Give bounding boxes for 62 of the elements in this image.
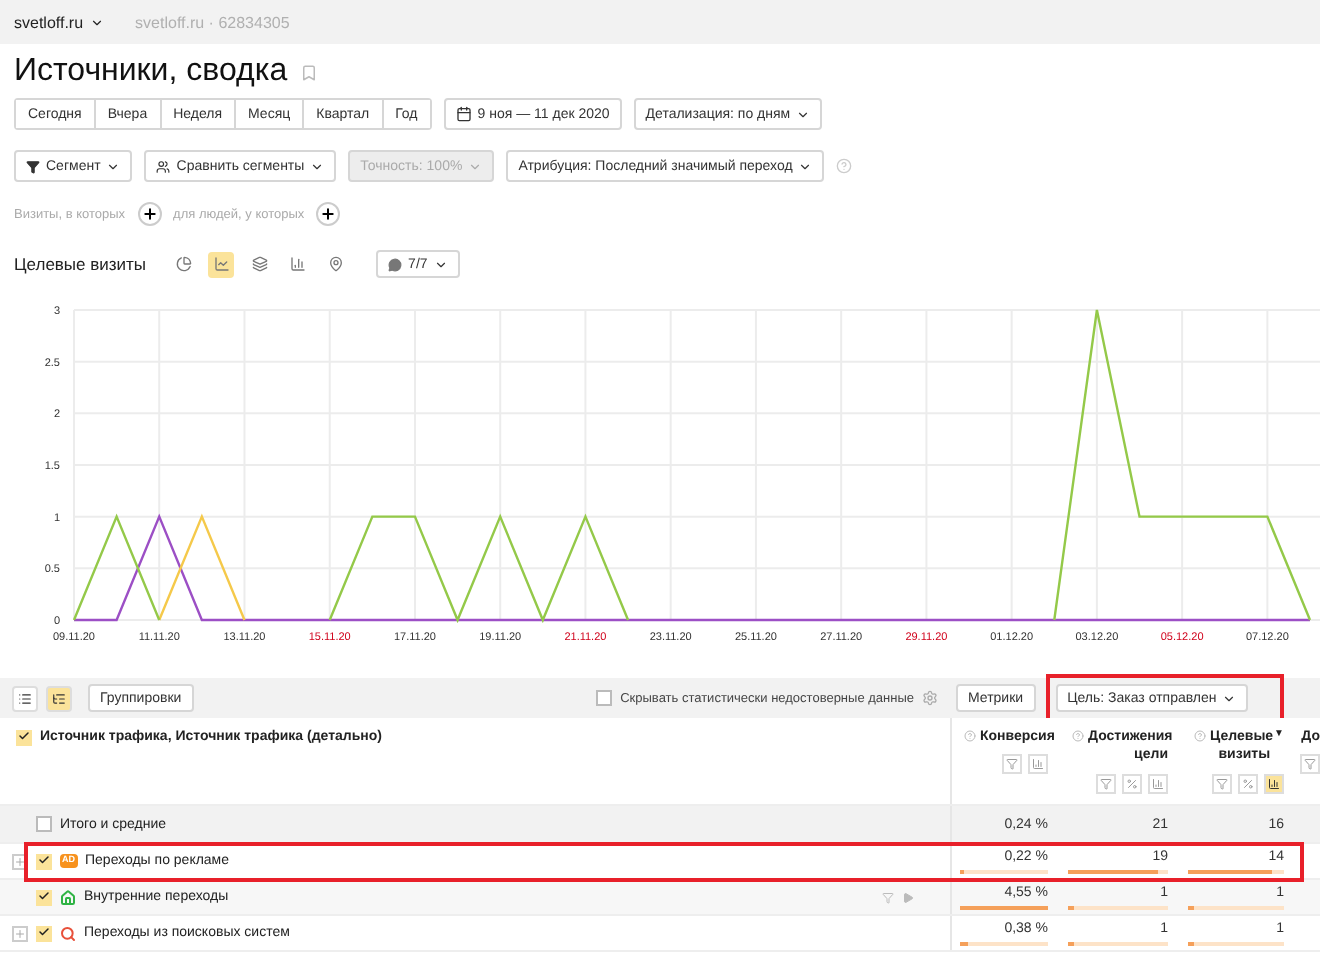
layers-icon (251, 256, 268, 272)
checkbox[interactable] (36, 925, 52, 941)
checkbox[interactable] (596, 690, 613, 706)
page-title: Источники, сводка (14, 54, 288, 90)
filter-icon (1304, 758, 1316, 771)
speech-bubble-icon (388, 257, 403, 271)
chevron-icon (1222, 691, 1237, 705)
view-toggle[interactable] (12, 685, 38, 711)
house-icon (60, 889, 76, 905)
play-icon[interactable] (902, 891, 914, 903)
column-tool-button[interactable] (1264, 773, 1284, 794)
check-icon (38, 851, 50, 867)
chevron-icon (796, 107, 811, 121)
line-chart-icon (213, 256, 230, 272)
checkbox[interactable] (36, 816, 52, 832)
counter-label: svetloff.ru · 62834305 (135, 13, 290, 31)
info-icon[interactable] (1072, 730, 1084, 742)
add-condition-button[interactable] (316, 202, 341, 226)
help-icon[interactable] (836, 158, 853, 174)
filter-icon (1100, 777, 1112, 790)
plus-icon (320, 206, 337, 222)
check-icon (38, 887, 50, 903)
users-icon (156, 159, 171, 173)
chevron-icon (310, 159, 325, 173)
check-icon (38, 923, 50, 939)
search-icon (60, 925, 76, 941)
view-toggle[interactable] (46, 685, 72, 711)
filter-icon (1006, 758, 1018, 771)
chevron-icon (798, 159, 813, 173)
settings-icon[interactable] (922, 690, 938, 706)
site-selector[interactable]: svetloff.ru (14, 13, 104, 31)
add-condition-button[interactable] (137, 202, 162, 226)
filter-icon (1216, 777, 1228, 790)
chart-type-button[interactable] (208, 251, 235, 277)
filter-icon[interactable] (882, 891, 894, 903)
checkbox[interactable] (16, 730, 32, 746)
bar-chart-icon (1032, 758, 1044, 771)
chevron-icon (433, 257, 448, 271)
check-icon (18, 728, 30, 744)
plus-icon (141, 206, 158, 222)
percent-icon (1242, 777, 1254, 790)
bar-chart-icon (1268, 777, 1280, 790)
pie-chart-icon (175, 256, 192, 272)
chevron-icon (89, 15, 104, 29)
bar-chart-icon (1152, 777, 1164, 790)
plus-icon (14, 927, 26, 939)
checkbox[interactable] (36, 889, 52, 905)
map-pin-icon (327, 256, 344, 272)
filter-icon (26, 159, 40, 173)
plus-icon (14, 855, 26, 867)
checkbox[interactable] (36, 853, 52, 869)
chevron-icon (106, 159, 121, 173)
list-icon (18, 691, 32, 705)
tree-list-icon (52, 691, 66, 705)
info-icon[interactable] (964, 730, 976, 742)
chart-title: Целевые визиты (14, 254, 147, 274)
chevron-icon (468, 159, 483, 173)
bookmark-icon[interactable] (299, 63, 318, 81)
calendar-icon (455, 106, 472, 122)
info-icon[interactable] (1194, 730, 1207, 742)
bar-chart-icon (289, 256, 306, 272)
percent-icon (1126, 777, 1138, 790)
